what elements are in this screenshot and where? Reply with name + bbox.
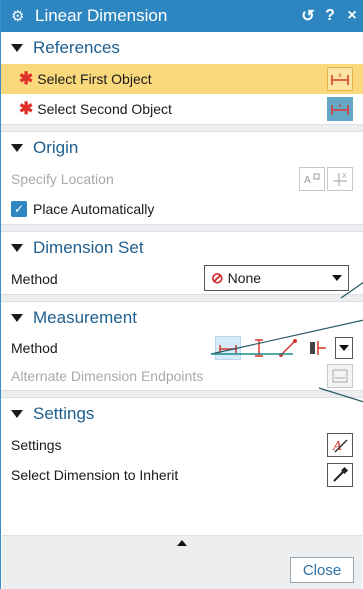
caret-down-icon [11, 244, 23, 252]
place-automatically-label: Place Automatically [33, 201, 155, 217]
measurement-method-icons [215, 336, 353, 360]
settings-label: Settings [11, 437, 62, 453]
alternate-endpoints-label: Alternate Dimension Endpoints [11, 368, 204, 384]
select-first-object-label: Select First Object [37, 71, 152, 87]
required-icon: ✱ [19, 69, 34, 88]
chevron-down-icon [339, 345, 349, 351]
required-icon: ✱ [19, 99, 34, 118]
section-settings-header[interactable]: Settings [1, 398, 363, 430]
section-title: Measurement [33, 308, 137, 327]
dimension-set-method-dropdown[interactable]: ⊘ None [204, 265, 349, 291]
measurement-method-row: Method [1, 334, 363, 362]
select-second-object-row[interactable]: ✱ Select Second Object x [1, 94, 363, 124]
section-title: References [33, 38, 120, 57]
inherit-dimension-label: Select Dimension to Inherit [11, 467, 179, 483]
section-dimension-set-header[interactable]: Dimension Set [1, 232, 363, 264]
svg-text:X: X [342, 173, 347, 180]
vertical-measure-icon[interactable] [245, 336, 271, 360]
section-title: Settings [33, 404, 95, 423]
separator [1, 390, 363, 398]
chevron-up-icon [177, 539, 187, 546]
text-location-icon: A [299, 167, 325, 191]
dropdown-value: None [227, 270, 262, 286]
specify-location-label: Specify Location [11, 171, 114, 187]
caret-down-icon [11, 144, 23, 152]
alternate-endpoints-icon [327, 364, 353, 388]
section-measurement-header[interactable]: Measurement [1, 302, 363, 334]
help-button[interactable]: ? [319, 7, 341, 25]
gear-icon: ⚙ [11, 8, 25, 25]
specify-location-row: Specify Location A X [1, 164, 363, 194]
none-icon: ⊘ [211, 270, 224, 287]
close-button[interactable]: Close [290, 557, 354, 583]
section-references-header[interactable]: References [1, 32, 363, 64]
method-label: Method [11, 271, 58, 287]
close-icon[interactable]: × [341, 7, 363, 25]
point-to-point-icon[interactable] [275, 336, 301, 360]
select-second-object-label: Select Second Object [37, 101, 172, 117]
point-location-icon: X [327, 167, 353, 191]
place-automatically-row[interactable]: ✓ Place Automatically [1, 194, 363, 224]
dialog-title: Linear Dimension [35, 6, 168, 25]
caret-down-icon [11, 314, 23, 322]
place-automatically-checkbox[interactable]: ✓ [11, 201, 27, 217]
select-first-object-row[interactable]: ✱ Select First Object x [1, 64, 363, 94]
section-title: Origin [33, 138, 79, 157]
linear-dimension-dialog: ⚙ Linear Dimension ↺ ? × References ✱ Se… [0, 0, 363, 589]
inherit-dimension-row: Select Dimension to Inherit [1, 460, 363, 490]
settings-row: Settings A [1, 430, 363, 460]
dialog-footer: Close [2, 549, 362, 589]
svg-text:x: x [339, 73, 342, 79]
chevron-down-icon [332, 275, 342, 281]
method-more-dropdown[interactable] [335, 337, 353, 359]
settings-edit-icon[interactable]: A [327, 433, 353, 457]
svg-text:x: x [339, 103, 342, 109]
method-label: Method [11, 340, 58, 356]
separator [1, 124, 363, 132]
eyedropper-icon[interactable] [327, 463, 353, 487]
collapse-bar[interactable] [2, 535, 362, 549]
separator [1, 294, 363, 302]
horizontal-measure-icon[interactable] [215, 336, 241, 360]
svg-text:A: A [304, 175, 311, 186]
separator [1, 224, 363, 232]
select-object-icon[interactable]: x [327, 97, 353, 121]
section-title: Dimension Set [33, 238, 144, 257]
select-object-icon[interactable]: x [327, 67, 353, 91]
section-origin-header[interactable]: Origin [1, 132, 363, 164]
caret-down-icon [11, 410, 23, 418]
dimension-set-method-row: Method ⊘ None [1, 264, 363, 294]
perpendicular-measure-icon[interactable] [305, 336, 331, 360]
alternate-endpoints-row: Alternate Dimension Endpoints [1, 362, 363, 390]
reset-icon[interactable]: ↺ [297, 6, 319, 26]
title-bar: ⚙ Linear Dimension ↺ ? × [1, 0, 363, 32]
caret-down-icon [11, 44, 23, 52]
